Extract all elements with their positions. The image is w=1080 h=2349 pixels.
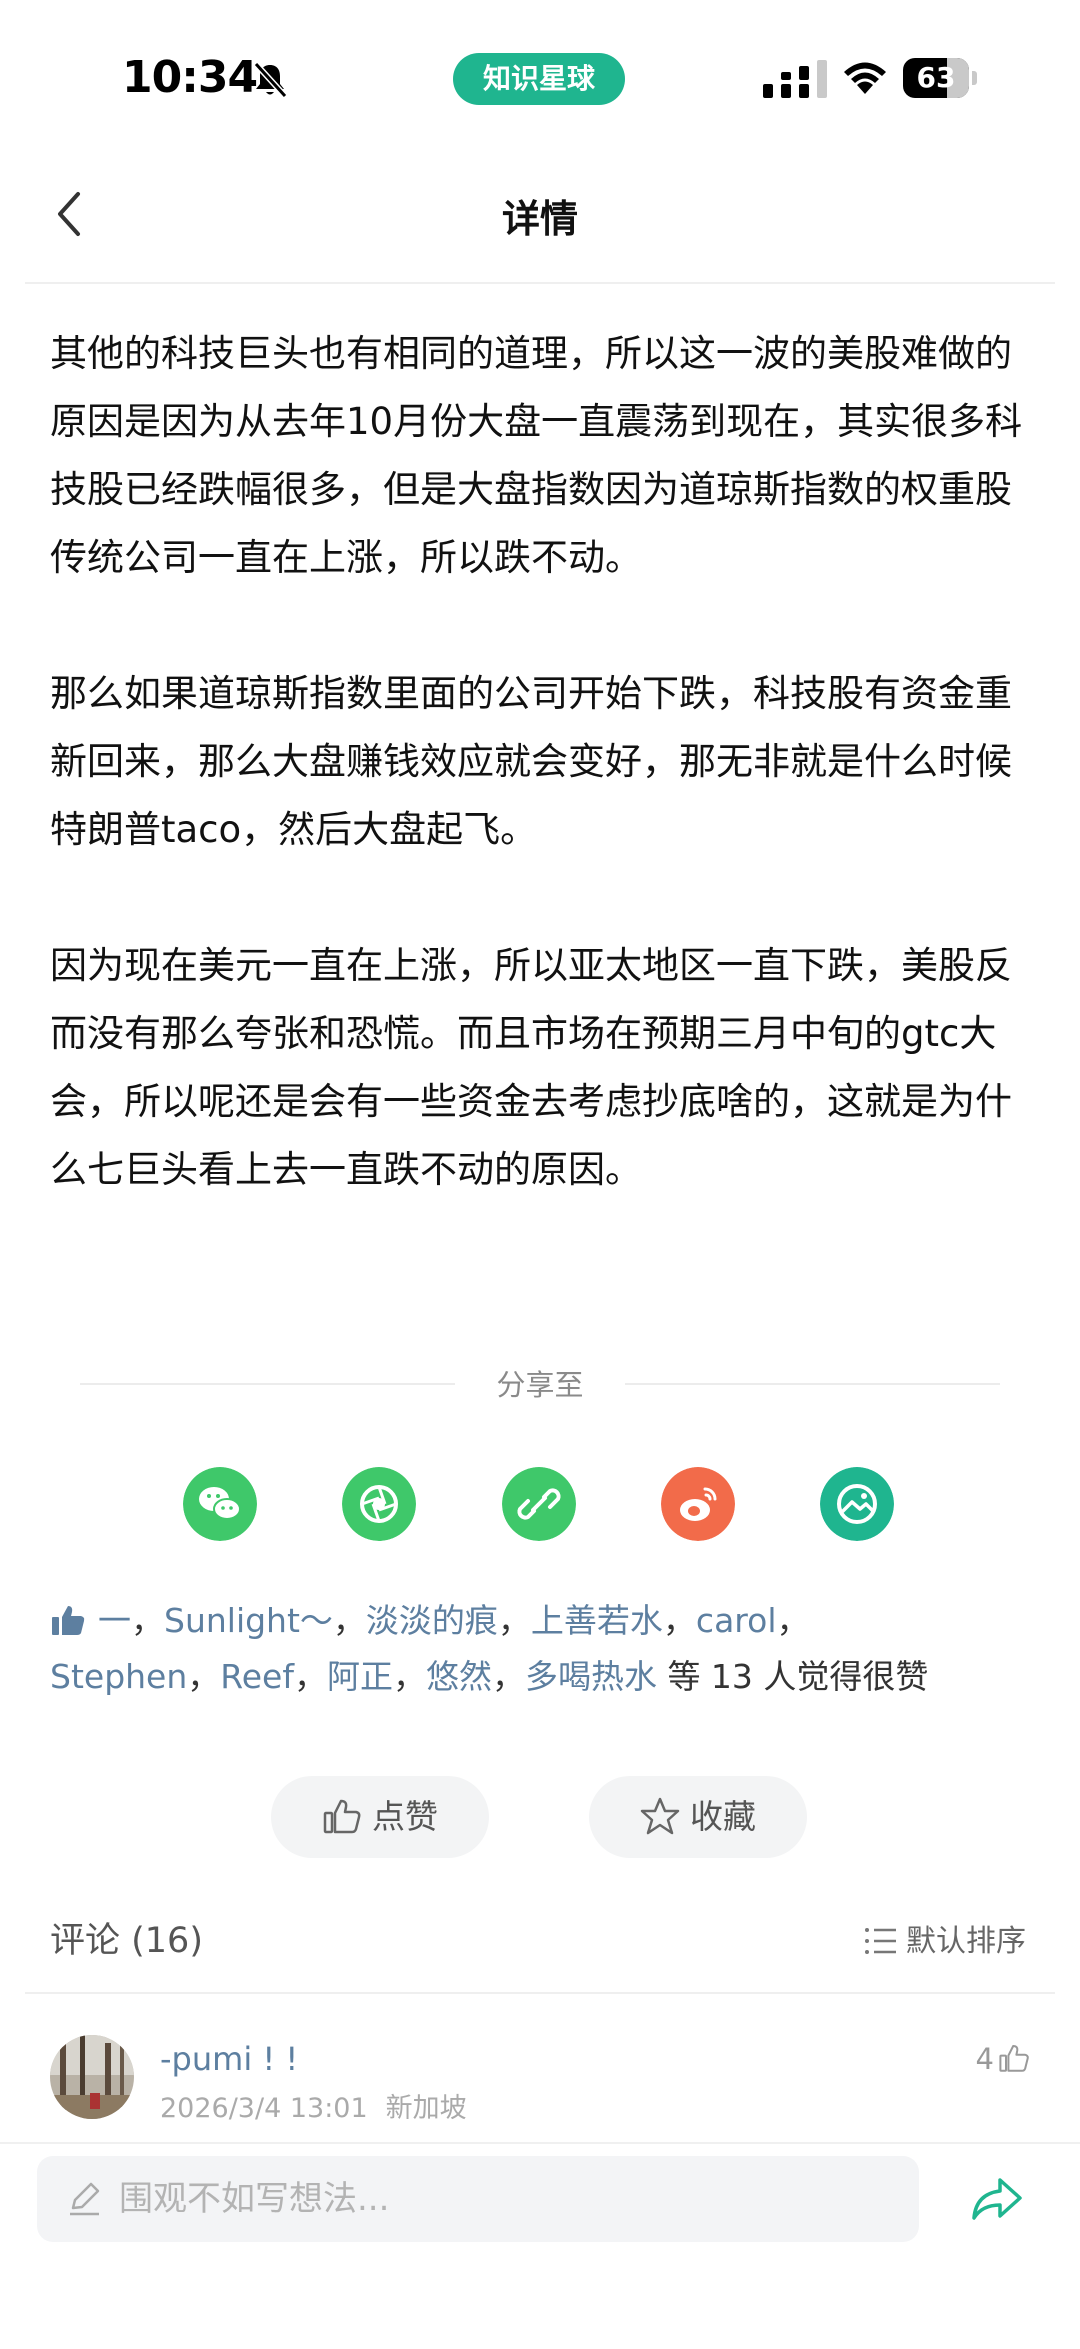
likes-list: 一，Sunlight～，淡淡的痕，上善若水，carol， Stephen，Reef… — [50, 1593, 1040, 1705]
avatar[interactable] — [50, 2035, 134, 2119]
favorite-button[interactable]: 收藏 — [589, 1776, 807, 1858]
liker-name[interactable]: 多喝热水 — [525, 1657, 657, 1696]
liker-separator: ， — [131, 1601, 164, 1640]
wifi-icon — [844, 62, 886, 94]
battery-indicator: 63 — [903, 58, 979, 98]
thumbs-up-outline-icon — [323, 1799, 361, 1834]
nav-bar: 详情 — [0, 150, 1080, 282]
liker-separator: ， — [332, 1601, 366, 1640]
link-icon[interactable] — [502, 1467, 576, 1541]
nav-divider — [25, 282, 1055, 284]
comments-header: 评论 (16) — [50, 1921, 203, 1961]
liker-separator: ， — [776, 1601, 810, 1640]
like-button[interactable]: 点赞 — [271, 1776, 489, 1858]
article-paragraph: 其他的科技巨头也有相同的道理，所以这一波的美股难做的原因是因为从去年10月份大盘… — [50, 332, 1023, 579]
comments-divider — [25, 1992, 1055, 1994]
thumbs-up-outline-icon — [999, 2045, 1029, 2072]
liker-separator: ， — [497, 1601, 531, 1640]
weibo-icon[interactable] — [661, 1467, 735, 1541]
comment-like-count: 4 — [975, 2042, 994, 2076]
image-icon[interactable] — [820, 1467, 894, 1541]
moments-icon[interactable] — [342, 1467, 416, 1541]
share-divider-right — [625, 1383, 1000, 1385]
status-time: 10:34 — [122, 52, 258, 103]
app-indicator-pill[interactable]: 知识星球 — [453, 53, 625, 105]
pencil-icon — [70, 2182, 100, 2216]
wechat-icon[interactable] — [183, 1467, 257, 1541]
liker-name[interactable]: carol — [696, 1601, 777, 1640]
liker-separator: ， — [392, 1657, 426, 1696]
sort-button[interactable]: 默认排序 — [864, 1916, 1026, 1960]
comment-input-placeholder: 围观不如写想法... — [119, 2179, 390, 2219]
share-arrow-icon[interactable] — [970, 2174, 1024, 2224]
liker-separator: ， — [662, 1601, 696, 1640]
likes-count-text: 等 13 人觉得很赞 — [656, 1657, 929, 1696]
comment-input-bar: 围观不如写想法... — [0, 2142, 1080, 2349]
liker-separator: ， — [491, 1657, 525, 1696]
article-body: 其他的科技巨头也有相同的道理，所以这一波的美股难做的原因是因为从去年10月份大盘… — [50, 320, 1040, 1272]
comment-author[interactable]: -pumi ! ! — [160, 2040, 298, 2078]
star-outline-icon — [640, 1797, 680, 1835]
liker-name[interactable]: 上善若水 — [531, 1601, 663, 1640]
comment-location: 新加坡 — [385, 2093, 467, 2124]
list-sort-icon — [865, 1928, 896, 1954]
share-section: 分享至 — [0, 1362, 1080, 1402]
thumbs-up-icon — [52, 1606, 85, 1635]
comment-input[interactable]: 围观不如写想法... — [37, 2156, 919, 2242]
page-title: 详情 — [501, 197, 578, 241]
like-button-label: 点赞 — [372, 1797, 438, 1836]
liker-name[interactable]: Sunlight～ — [164, 1601, 333, 1640]
liker-name[interactable]: 一 — [98, 1601, 131, 1640]
comment-time: 2026/3/4 13:01 — [160, 2093, 368, 2124]
liker-name[interactable]: 悠然 — [426, 1657, 492, 1696]
comment-like-button[interactable]: 4 — [976, 2042, 1030, 2076]
status-bar: 10:34 知识星球 63 — [0, 0, 1080, 150]
comment-meta: 2026/3/4 13:01 新加坡 — [160, 2086, 467, 2125]
liker-name[interactable]: Reef — [220, 1657, 294, 1696]
favorite-button-label: 收藏 — [690, 1797, 756, 1836]
article-paragraph: 因为现在美元一直在上涨，所以亚太地区一直下跌，美股反而没有那么夸张和恐慌。而且市… — [50, 944, 1012, 1191]
liker-name[interactable]: Stephen — [50, 1657, 187, 1696]
liker-separator: ， — [187, 1657, 221, 1696]
bell-muted-icon — [253, 61, 288, 99]
article-paragraph: 那么如果道琼斯指数里面的公司开始下跌，科技股有资金重新回来，那么大盘赚钱效应就会… — [50, 672, 1012, 851]
battery-level: 63 — [916, 61, 956, 94]
liker-separator: ， — [293, 1657, 327, 1696]
sort-label: 默认排序 — [906, 1924, 1026, 1959]
liker-name[interactable]: 淡淡的痕 — [366, 1601, 498, 1640]
cellular-signal-icon — [763, 60, 827, 98]
liker-name[interactable]: 阿正 — [327, 1657, 393, 1696]
